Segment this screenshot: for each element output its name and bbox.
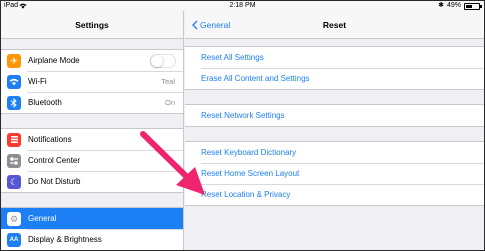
status-right: ✱ 49% bbox=[438, 1, 482, 11]
sidebar-item-control-center[interactable]: Control Center bbox=[1, 150, 183, 171]
status-bar: iPad 2:18 PM ✱ 49% bbox=[1, 1, 484, 11]
reset-keyboard-dictionary-button[interactable]: Reset Keyboard Dictionary bbox=[185, 142, 484, 163]
sidebar-item-airplane-mode[interactable]: ✈ Airplane Mode bbox=[1, 50, 183, 71]
sidebar-item-general[interactable]: ⚙ General bbox=[1, 208, 183, 229]
gear-icon: ⚙ bbox=[7, 211, 21, 226]
sidebar-item-bluetooth[interactable]: Bluetooth On bbox=[1, 92, 183, 113]
sidebar-group-connectivity: ✈ Airplane Mode Wi-Fi Teal Bluetooth On bbox=[1, 49, 183, 114]
reset-all-settings-button[interactable]: Reset All Settings bbox=[185, 47, 484, 68]
bluetooth-status-icon: ✱ bbox=[438, 2, 444, 9]
reset-group-2: Reset Network Settings bbox=[185, 104, 484, 127]
sidebar-item-label: Bluetooth bbox=[28, 98, 62, 107]
battery-icon bbox=[464, 3, 482, 10]
sidebar-title: Settings bbox=[1, 11, 183, 39]
reset-location-privacy-button[interactable]: Reset Location & Privacy bbox=[185, 184, 484, 205]
bluetooth-value: On bbox=[164, 98, 175, 107]
sidebar-group-alerts: Notifications Control Center ☾ Do Not Di… bbox=[1, 128, 183, 193]
airplane-mode-toggle[interactable] bbox=[150, 53, 176, 68]
sidebar-item-label: General bbox=[28, 214, 57, 223]
display-icon: AA bbox=[7, 232, 21, 247]
control-center-icon bbox=[7, 153, 21, 168]
reset-home-screen-layout-button[interactable]: Reset Home Screen Layout bbox=[185, 163, 484, 184]
sidebar-item-label: Do Not Disturb bbox=[28, 177, 81, 186]
status-time: 2:18 PM bbox=[229, 2, 256, 9]
notifications-icon bbox=[7, 132, 21, 147]
sidebar-item-label: Wi-Fi bbox=[28, 77, 47, 86]
battery-percent: 49% bbox=[446, 2, 461, 9]
page-title: Reset bbox=[322, 20, 347, 30]
sidebar-item-wifi[interactable]: Wi-Fi Teal bbox=[1, 71, 183, 92]
reset-network-settings-button[interactable]: Reset Network Settings bbox=[185, 105, 484, 126]
sidebar-item-label: Display & Brightness bbox=[28, 235, 102, 244]
sidebar-item-label: Airplane Mode bbox=[28, 56, 80, 65]
settings-sidebar: Settings ✈ Airplane Mode Wi-Fi Teal Blue… bbox=[1, 11, 184, 250]
ipad-screen: iPad 2:18 PM ✱ 49% Settings ✈ Airplane M… bbox=[0, 0, 485, 251]
sidebar-item-label: Notifications bbox=[28, 135, 72, 144]
bluetooth-icon bbox=[7, 95, 21, 110]
reset-group-3: Reset Keyboard Dictionary Reset Home Scr… bbox=[185, 141, 484, 206]
sidebar-item-do-not-disturb[interactable]: ☾ Do Not Disturb bbox=[1, 171, 183, 192]
sidebar-item-label: Control Center bbox=[28, 156, 81, 165]
sidebar-item-display-brightness[interactable]: AA Display & Brightness bbox=[1, 229, 183, 250]
reset-group-1: Reset All Settings Erase All Content and… bbox=[185, 46, 484, 90]
airplane-icon: ✈ bbox=[7, 53, 21, 68]
wifi-icon bbox=[7, 74, 21, 89]
reset-detail-pane: General Reset Reset All Settings Erase A… bbox=[185, 11, 484, 250]
sidebar-group-system: ⚙ General AA Display & Brightness bbox=[1, 207, 183, 250]
battery-level bbox=[466, 5, 472, 8]
wifi-network-value: Teal bbox=[161, 77, 175, 86]
moon-icon: ☾ bbox=[7, 174, 21, 189]
sidebar-item-notifications[interactable]: Notifications bbox=[1, 129, 183, 150]
detail-nav-bar: General Reset bbox=[185, 11, 484, 39]
erase-all-content-button[interactable]: Erase All Content and Settings bbox=[185, 68, 484, 89]
